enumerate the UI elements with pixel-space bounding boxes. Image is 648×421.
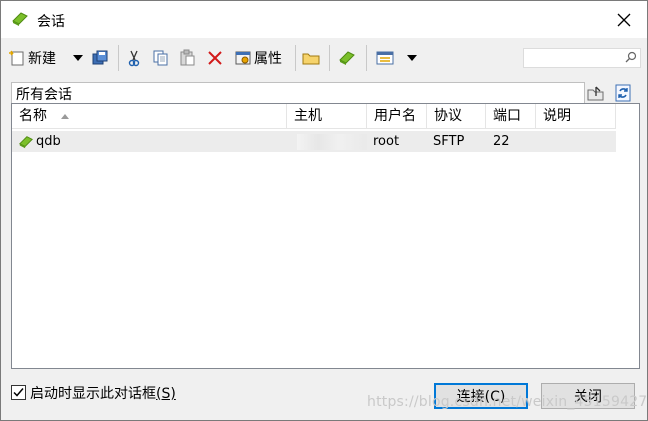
title-bar: 会话 xyxy=(1,1,647,38)
new-dropdown-button[interactable] xyxy=(72,46,84,70)
show-on-startup-text: 启动时显示此对话框 xyxy=(30,386,156,402)
show-on-startup-checkbox[interactable] xyxy=(11,385,26,400)
view-mode-dropdown[interactable] xyxy=(406,46,418,70)
properties-button[interactable]: 属性 xyxy=(234,46,282,70)
checkmark-icon xyxy=(13,388,24,397)
paste-icon xyxy=(180,49,195,66)
dropdown-arrow-icon xyxy=(73,55,83,61)
sessions-dialog: 会话 新建 属性 所有会话 名称 主机 用户名 协议 端口 说明 qdb roo… xyxy=(0,0,648,421)
save-icon xyxy=(92,50,108,65)
column-header-label: 协议 xyxy=(434,108,462,124)
column-header-label: 主机 xyxy=(294,108,322,124)
scissors-icon xyxy=(128,50,140,67)
delete-button[interactable] xyxy=(207,46,223,70)
save-session-button[interactable] xyxy=(91,46,109,70)
column-header-port[interactable]: 端口 xyxy=(486,104,536,129)
cell-name: qdb xyxy=(36,134,61,149)
search-icon xyxy=(625,51,637,63)
list-view-icon xyxy=(376,51,394,65)
toolbar-separator xyxy=(366,45,367,71)
column-header-label: 说明 xyxy=(543,108,571,124)
redacted-host xyxy=(297,134,367,150)
folder-path-bar: 所有会话 xyxy=(11,82,585,103)
new-session-icon-button[interactable] xyxy=(338,46,356,70)
properties-label: 属性 xyxy=(254,51,282,67)
dropdown-arrow-icon xyxy=(407,55,417,61)
toolbar-separator xyxy=(118,45,119,71)
watermark: https://blog.csdn.net/weixin_45159427 xyxy=(367,394,648,410)
session-icon xyxy=(339,51,355,65)
new-label: 新建 xyxy=(28,51,56,67)
column-header-host[interactable]: 主机 xyxy=(287,104,367,129)
column-header-name[interactable]: 名称 xyxy=(12,104,287,129)
sort-ascending-icon xyxy=(61,114,69,119)
close-icon xyxy=(617,13,631,26)
column-header-label: 名称 xyxy=(19,108,47,124)
list-header: 名称 主机 用户名 协议 端口 说明 xyxy=(12,104,639,130)
new-folder-button[interactable] xyxy=(302,46,320,70)
column-header-username[interactable]: 用户名 xyxy=(367,104,427,129)
session-list[interactable]: 名称 主机 用户名 协议 端口 说明 qdb root SFTP 22 xyxy=(11,103,640,369)
column-header-protocol[interactable]: 协议 xyxy=(427,104,486,129)
copy-icon xyxy=(153,50,168,66)
cut-button[interactable] xyxy=(126,46,142,70)
column-header-label: 用户名 xyxy=(374,108,416,124)
session-search-input[interactable] xyxy=(523,48,641,68)
delete-x-icon xyxy=(208,51,222,65)
new-icon xyxy=(9,50,24,66)
paste-button[interactable] xyxy=(179,46,197,70)
refresh-icon[interactable] xyxy=(614,84,632,102)
new-session-button[interactable]: 新建 xyxy=(8,46,56,70)
session-folder-icon xyxy=(12,12,28,26)
toolbar: 新建 属性 xyxy=(1,39,647,77)
show-on-startup-accel: (S) xyxy=(156,386,176,402)
toolbar-separator xyxy=(295,45,296,71)
up-folder-icon[interactable] xyxy=(587,84,605,102)
cell-protocol: SFTP xyxy=(433,134,465,149)
toolbar-separator xyxy=(329,45,330,71)
show-on-startup-label[interactable]: 启动时显示此对话框(S) xyxy=(30,383,176,403)
properties-icon xyxy=(235,51,251,65)
close-window-button[interactable] xyxy=(601,1,647,38)
copy-button[interactable] xyxy=(152,46,170,70)
cell-port: 22 xyxy=(493,134,510,149)
window-title: 会话 xyxy=(37,14,65,30)
current-folder-label: 所有会话 xyxy=(16,87,72,103)
column-header-description[interactable]: 说明 xyxy=(536,104,616,129)
session-icon xyxy=(19,136,33,149)
view-mode-button[interactable] xyxy=(376,46,394,70)
folder-icon xyxy=(302,53,320,65)
column-header-label: 端口 xyxy=(493,108,521,124)
cell-username: root xyxy=(373,134,400,149)
